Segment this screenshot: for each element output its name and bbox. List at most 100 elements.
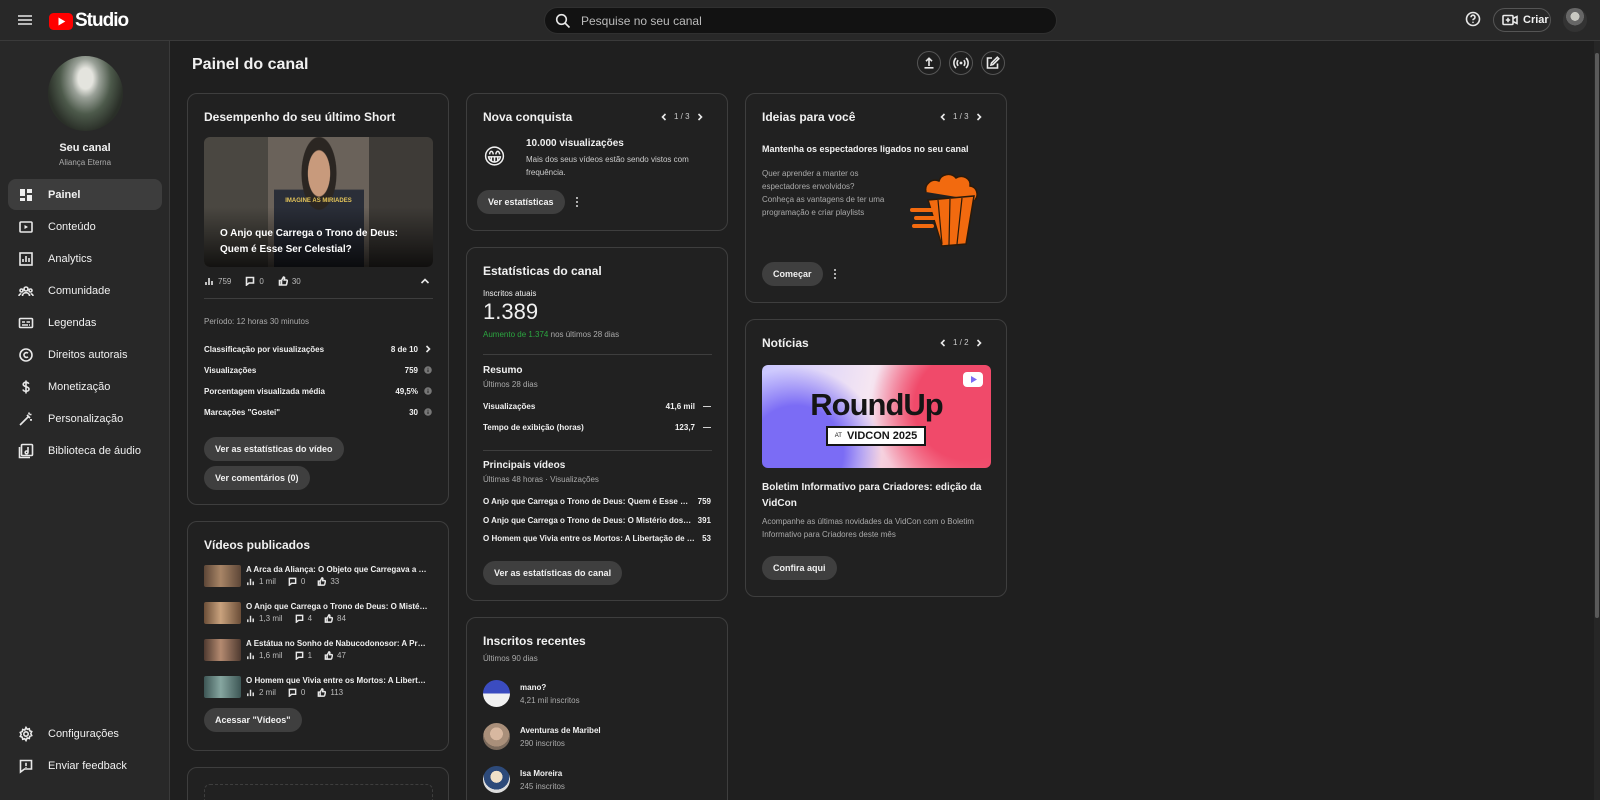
achievement-emoji: 😁 <box>483 144 506 169</box>
chevron-right-icon[interactable] <box>975 338 983 347</box>
create-button[interactable]: Criar <box>1493 8 1551 32</box>
subscribers-delta-suffix: nos últimos 28 dias <box>548 330 620 339</box>
video-comments: 0 <box>288 688 305 697</box>
partial-card <box>187 767 449 800</box>
banner-title: RoundUp <box>810 387 943 422</box>
sidebar-item-analytics[interactable]: Analytics <box>8 243 162 274</box>
news-card: Notícias 1 / 2 RoundUp AT VIDCON 2025 Bo… <box>745 319 1007 597</box>
info-icon[interactable] <box>424 366 432 374</box>
video-stats: 2 mil 0 113 <box>246 688 343 697</box>
news-headline: Boletim Informativo para Criadores: ediç… <box>762 482 982 509</box>
video-item[interactable]: O Homem que Vivia entre os Mortos: A Lib… <box>204 676 430 700</box>
help-button[interactable] <box>1465 11 1481 27</box>
video-item[interactable]: A Arca da Aliança: O Objeto que Carregav… <box>204 565 430 589</box>
subscribers-count: 1.389 <box>483 299 539 324</box>
go-live-button[interactable] <box>949 51 973 75</box>
bar-chart-icon <box>247 615 254 623</box>
feedback-label: Enviar feedback <box>48 759 127 772</box>
copyright-icon <box>19 347 33 362</box>
divider <box>483 354 712 355</box>
news-banner[interactable]: RoundUp AT VIDCON 2025 <box>762 365 991 468</box>
video-stats: 1,6 mil 1 47 <box>246 651 346 660</box>
check-it-out-button[interactable]: Confira aqui <box>762 556 837 580</box>
top-video-row[interactable]: O Anjo que Carrega o Trono de Deus: Quem… <box>483 494 711 508</box>
video-item[interactable]: A Estátua no Sonho de Nabucodonosor: A P… <box>204 639 430 663</box>
banner-badge-prefix: AT <box>834 433 842 439</box>
info-icon[interactable] <box>424 408 432 416</box>
video-title: O Homem que Vivia entre os Mortos: A Lib… <box>246 676 430 685</box>
video-comments: 0 <box>288 577 305 586</box>
chevron-left-icon[interactable] <box>939 338 947 347</box>
comment-icon <box>295 651 303 660</box>
avatar <box>483 766 510 793</box>
studio-logo[interactable]: Studio <box>49 10 129 32</box>
feedback-icon <box>19 759 33 774</box>
sidebar-item-settings[interactable]: Configurações <box>8 718 162 749</box>
news-pager: 1 / 2 <box>939 338 983 347</box>
sidebar-item-subtitles[interactable]: Legendas <box>8 307 162 338</box>
settings-label: Configurações <box>48 727 119 740</box>
info-icon[interactable] <box>424 387 432 395</box>
sidebar-item-feedback[interactable]: Enviar feedback <box>8 750 162 781</box>
search-box[interactable] <box>544 7 1057 34</box>
video-item[interactable]: O Anjo que Carrega o Trono de Deus: O Mi… <box>204 602 430 626</box>
more-options-icon[interactable] <box>829 268 841 280</box>
sidebar-item-customization[interactable]: Personalização <box>8 403 162 434</box>
add-video-icon <box>1502 14 1518 26</box>
short-performance-card: Desempenho do seu último Short IMAGINE A… <box>187 93 449 505</box>
upload-button[interactable] <box>917 51 941 75</box>
video-views: 1 mil <box>246 577 276 586</box>
divider <box>204 298 433 299</box>
video-stats: 1 mil 0 33 <box>246 577 339 586</box>
collapse-button[interactable] <box>420 276 430 286</box>
go-to-videos-button[interactable]: Acessar "Vídeos" <box>204 708 302 732</box>
channel-stats-button[interactable]: Ver as estatísticas do canal <box>483 561 623 585</box>
channel-avatar[interactable] <box>48 56 123 131</box>
chevron-left-icon[interactable] <box>939 112 947 121</box>
view-comments-button[interactable]: Ver comentários (0) <box>204 466 310 490</box>
channel-name[interactable]: Seu canal <box>0 142 170 154</box>
chevron-right-icon[interactable] <box>696 112 704 121</box>
sidebar-item-copyright[interactable]: Direitos autorais <box>8 339 162 370</box>
sidebar-item-monetization[interactable]: Monetização <box>8 371 162 402</box>
top-video-row[interactable]: O Anjo que Carrega o Trono de Deus: O Mi… <box>483 513 711 527</box>
menu-button[interactable] <box>14 10 36 30</box>
chevron-right-icon[interactable] <box>975 112 983 121</box>
more-options-icon[interactable] <box>571 196 583 208</box>
top-video-row[interactable]: O Homem que Vivia entre os Mortos: A Lib… <box>483 531 711 545</box>
account-avatar[interactable] <box>1563 8 1587 32</box>
banner-badge: AT VIDCON 2025 <box>826 426 926 446</box>
subscribers-period: Últimos 90 dias <box>483 654 538 663</box>
sidebar-item-community[interactable]: Comunidade <box>8 275 162 306</box>
video-likes: 84 <box>324 614 346 623</box>
chevron-up-icon <box>420 278 430 284</box>
start-button[interactable]: Começar <box>762 262 823 286</box>
video-stats: 1,3 mil 4 84 <box>246 614 346 623</box>
short-period: Período: 12 horas 30 minutos <box>204 317 309 326</box>
page-scrollbar[interactable] <box>1594 41 1600 800</box>
video-stats-button[interactable]: Ver as estatísticas do vídeo <box>204 437 344 461</box>
placeholder-box <box>204 784 433 800</box>
upload-icon <box>924 57 934 69</box>
achievement-headline: 10.000 visualizações <box>526 138 624 149</box>
sidebar-item-audio-library[interactable]: Biblioteca de áudio <box>8 435 162 466</box>
page-title: Painel do canal <box>192 56 309 73</box>
create-post-button[interactable] <box>981 51 1005 75</box>
video-thumbnail <box>204 602 241 624</box>
search-input[interactable] <box>581 12 1041 30</box>
sidebar-item-dashboard[interactable]: Painel <box>8 179 162 210</box>
view-stats-button[interactable]: Ver estatísticas <box>477 190 565 214</box>
scrollbar-thumb[interactable] <box>1595 53 1599 618</box>
sidebar: Seu canal Aliança Eterna Painel Conteúdo… <box>0 41 170 800</box>
metric-row[interactable]: Classificação por visualizações 8 de 10 <box>204 342 432 356</box>
video-thumbnail <box>204 565 241 587</box>
short-thumbnail[interactable]: IMAGINE AS MIRIADES O Anjo que Carrega o… <box>204 137 433 267</box>
chevron-left-icon[interactable] <box>660 112 668 121</box>
analytics-icon <box>19 251 33 266</box>
search-icon <box>555 13 571 29</box>
chevron-right-icon <box>425 345 431 353</box>
sidebar-item-content[interactable]: Conteúdo <box>8 211 162 242</box>
thumbs-up-icon <box>324 614 334 623</box>
video-likes: 47 <box>324 651 346 660</box>
bar-chart-icon <box>247 578 254 586</box>
